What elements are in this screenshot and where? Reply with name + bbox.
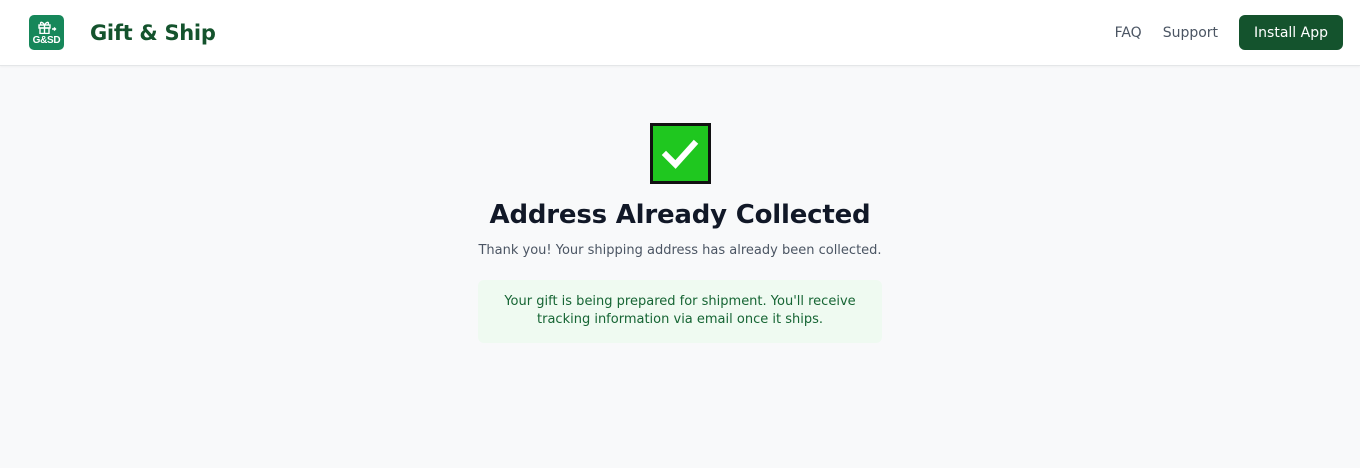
logo-text: G&SD xyxy=(32,34,61,46)
check-glyph xyxy=(661,139,699,169)
page-title: Address Already Collected xyxy=(489,200,871,230)
nav-link-support[interactable]: Support xyxy=(1163,25,1218,41)
header: G&SD Gift & Ship FAQ Support Install App xyxy=(0,0,1360,66)
checkmark-box xyxy=(652,126,708,181)
main-content: Address Already Collected Thank you! You… xyxy=(0,66,1360,343)
page-subtitle: Thank you! Your shipping address has alr… xyxy=(478,243,882,258)
app-logo: G&SD xyxy=(29,15,64,50)
install-app-button[interactable]: Install App xyxy=(1239,15,1343,50)
nav-link-faq[interactable]: FAQ xyxy=(1115,25,1142,41)
checkmark-icon xyxy=(649,123,711,184)
shipment-notice: Your gift is being prepared for shipment… xyxy=(478,280,882,343)
gift-icon xyxy=(37,21,56,34)
brand[interactable]: G&SD Gift & Ship xyxy=(29,15,216,50)
top-nav: FAQ Support Install App xyxy=(1115,15,1343,50)
brand-name: Gift & Ship xyxy=(90,20,216,45)
